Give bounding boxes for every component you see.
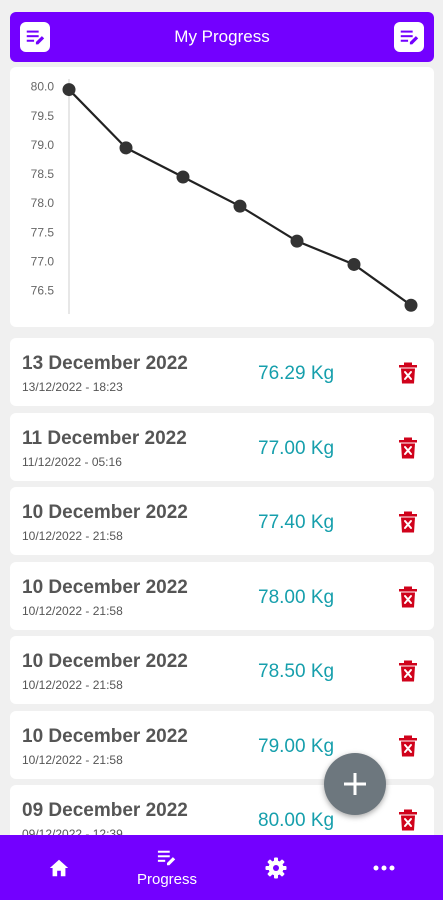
- delete-icon[interactable]: [398, 809, 418, 831]
- entry-weight: 77.00 Kg: [258, 437, 335, 459]
- entry-datetime: 10/12/2022 - 21:58: [22, 678, 123, 692]
- data-point: [62, 83, 76, 97]
- nav-home[interactable]: [9, 835, 109, 900]
- edit-note-icon[interactable]: [394, 22, 424, 52]
- y-tick-label: 77.5: [31, 225, 55, 239]
- y-tick-label: 79.5: [31, 109, 55, 123]
- y-tick-label: 78.5: [31, 167, 55, 181]
- chart-canvas: 80.0 79.5 79.0 78.5 78.0 77.5 77.0 76.5: [31, 79, 418, 314]
- nav-progress-label: Progress: [136, 870, 198, 888]
- home-icon: [49, 859, 69, 876]
- list-item[interactable]: 10 December 2022 10/12/2022 - 21:58 78.00 …: [10, 561, 434, 630]
- delete-icon[interactable]: [398, 511, 418, 533]
- list-item[interactable]: 10 December 2022 10/12/2022 - 21:58 78.50 …: [10, 636, 434, 704]
- entry-datetime: 13/12/2022 - 18:23: [22, 380, 123, 394]
- more-dots-icon: [373, 865, 395, 870]
- data-point: [119, 141, 133, 155]
- data-point: [233, 199, 247, 213]
- nav-more[interactable]: [334, 835, 434, 900]
- data-point: [404, 298, 418, 312]
- entry-date-title: 10 December 2022: [22, 651, 188, 672]
- y-tick-label: 76.5: [31, 284, 55, 298]
- add-entry-button[interactable]: [324, 753, 386, 815]
- entry-date-title: 09 December 2022: [22, 800, 188, 821]
- nav-progress[interactable]: Progress: [117, 835, 217, 900]
- y-tick-label: 78.0: [31, 196, 55, 210]
- edit-note-icon: [157, 850, 176, 865]
- progress-chart: 80.0 79.5 79.0 78.5 78.0 77.5 77.0 76.5: [10, 67, 434, 327]
- entry-weight: 77.40 Kg: [258, 512, 335, 533]
- entry-date-title: 10 December 2022: [22, 576, 188, 598]
- entry-datetime: 10/12/2022 - 21:58: [22, 529, 123, 543]
- series-line: [68, 88, 412, 307]
- entry-date-title: 11 December 2022: [22, 427, 187, 449]
- page-title: My Progress: [174, 27, 270, 46]
- nav-settings[interactable]: [226, 835, 326, 900]
- y-tick-label: 80.0: [31, 80, 55, 94]
- y-tick-label: 77.0: [31, 255, 55, 269]
- entry-weight: 78.00 Kg: [258, 586, 335, 608]
- plus-icon: [344, 773, 366, 795]
- entry-datetime: 10/12/2022 - 21:58: [22, 603, 123, 618]
- delete-icon[interactable]: [398, 362, 418, 384]
- entry-weight: 79.00 Kg: [258, 735, 335, 757]
- entry-date-title: 10 December 2022: [22, 502, 188, 523]
- list-item[interactable]: 10 December 2022 10/12/2022 - 21:58 77.40 …: [10, 487, 434, 555]
- gear-icon: [265, 857, 287, 878]
- entry-date-title: 13 December 2022: [22, 353, 188, 374]
- entry-datetime: 09/12/2022 - 12:39: [22, 827, 123, 835]
- bottom-nav: Progress: [0, 835, 443, 900]
- entry-datetime: 10/12/2022 - 21:58: [22, 752, 123, 767]
- list-item[interactable]: 13 December 2022 13/12/2022 - 18:23 76.29 …: [10, 338, 434, 406]
- entry-date-title: 10 December 2022: [22, 725, 188, 747]
- delete-icon[interactable]: [398, 735, 418, 757]
- data-point: [290, 234, 304, 248]
- delete-icon[interactable]: [398, 660, 418, 682]
- data-point: [176, 170, 190, 184]
- y-tick-label: 79.0: [31, 138, 55, 152]
- entry-weight: 76.29 Kg: [258, 363, 335, 384]
- delete-icon[interactable]: [398, 437, 418, 459]
- data-point: [347, 257, 361, 271]
- delete-icon[interactable]: [398, 586, 418, 608]
- entry-datetime: 11/12/2022 - 05:16: [22, 454, 122, 469]
- edit-note-icon[interactable]: [20, 22, 50, 52]
- app-header: My Progress: [10, 12, 434, 62]
- entry-weight: 78.50 Kg: [258, 661, 335, 682]
- list-item[interactable]: 11 December 2022 11/12/2022 - 05:16 77.00 …: [10, 412, 434, 481]
- entry-weight: 80.00 Kg: [258, 810, 335, 831]
